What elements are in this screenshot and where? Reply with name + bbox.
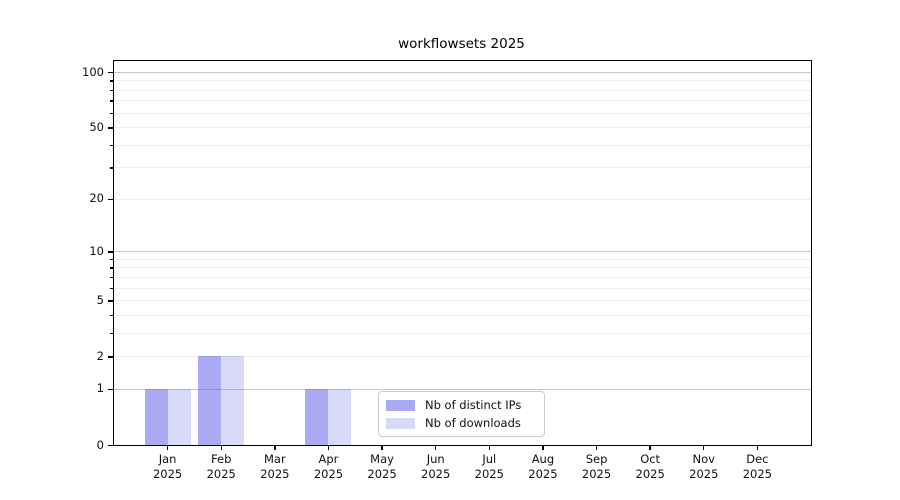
y-axis-minor-tick [110,144,113,147]
gridline-minor [114,167,811,169]
bar-distinct-ips [144,388,168,445]
y-axis-tick-label: 0 [96,437,104,452]
y-axis-tick [108,251,113,253]
bar-distinct-ips [305,388,329,445]
y-axis-minor-tick [110,258,113,261]
x-axis-tick-label: Dec 2025 [725,452,789,482]
x-axis-tick [542,445,544,450]
gridline-minor [114,287,811,289]
y-axis-tick-label: 5 [96,292,104,307]
gridline-minor [114,144,811,146]
x-axis-tick [381,445,383,450]
y-axis-minor-tick [110,89,113,92]
y-axis-tick-label: 10 [89,243,104,258]
legend-swatch-distinct-ips [386,399,415,411]
y-axis-minor-tick [110,314,113,317]
x-axis-tick [166,445,169,450]
gridline-minor [114,100,811,102]
gridline-minor [114,300,811,302]
y-axis-tick [108,445,113,447]
bar-downloads [167,388,191,445]
gridline-minor [114,267,811,269]
x-axis-tick [488,445,490,450]
y-axis-tick-label: 100 [82,64,104,79]
gridline-minor [114,258,811,260]
gridline-minor [114,112,811,114]
y-axis-tick-label: 2 [96,348,104,363]
y-axis-tick [108,198,113,201]
y-axis-tick-label: 20 [89,191,104,206]
y-axis-minor-tick [110,276,113,279]
x-axis-tick [220,445,222,450]
y-axis-tick [108,300,113,302]
x-axis-tick [649,445,651,450]
y-axis-minor-tick [110,167,113,169]
legend-item-distinct-ips: Nb of distinct IPs [386,397,536,413]
x-axis-tick [327,445,330,450]
bar-distinct-ips [198,356,222,445]
gridline-minor [114,332,811,334]
legend-label-distinct-ips: Nb of distinct IPs [425,398,522,412]
gridline-major [114,72,811,73]
legend: Nb of distinct IPs Nb of downloads [378,391,545,437]
gridline-minor [114,314,811,316]
y-axis-minor-tick [110,267,113,269]
x-axis-tick [434,445,437,450]
gridline-major [114,251,811,253]
figure: workflowsets 2025 Nb of distinct IPs Nb … [0,0,900,500]
x-tick-year: 2025 [742,467,773,481]
legend-label-downloads: Nb of downloads [425,416,521,430]
chart-title: workflowsets 2025 [398,36,525,52]
bar-downloads [328,388,352,445]
y-axis-tick-label: 50 [89,119,104,134]
y-axis-minor-tick [110,287,113,290]
legend-item-downloads: Nb of downloads [386,415,536,431]
y-axis-minor-tick [110,332,113,335]
y-axis-minor-tick [110,80,113,82]
gridline-minor [114,89,811,91]
x-axis-tick [274,445,276,450]
gridline-minor [114,276,811,278]
x-axis-tick [703,445,705,450]
gridline-minor [114,127,811,129]
gridline-minor [114,80,811,82]
y-axis-tick-label: 1 [96,381,104,396]
y-axis-minor-tick [110,112,113,115]
x-axis-tick [756,445,759,450]
legend-swatch-downloads [386,417,415,429]
x-axis-tick [595,445,598,450]
x-tick-month: Dec [746,452,769,466]
y-axis-tick [108,127,113,129]
y-axis-tick [108,388,113,391]
y-axis-minor-tick [110,100,113,102]
bar-downloads [221,356,245,445]
plot-area: Nb of distinct IPs Nb of downloads 0 1 2 5 1… [82,60,812,481]
y-axis-tick [108,356,113,358]
gridline-minor [114,198,811,200]
y-axis-tick [108,72,113,74]
